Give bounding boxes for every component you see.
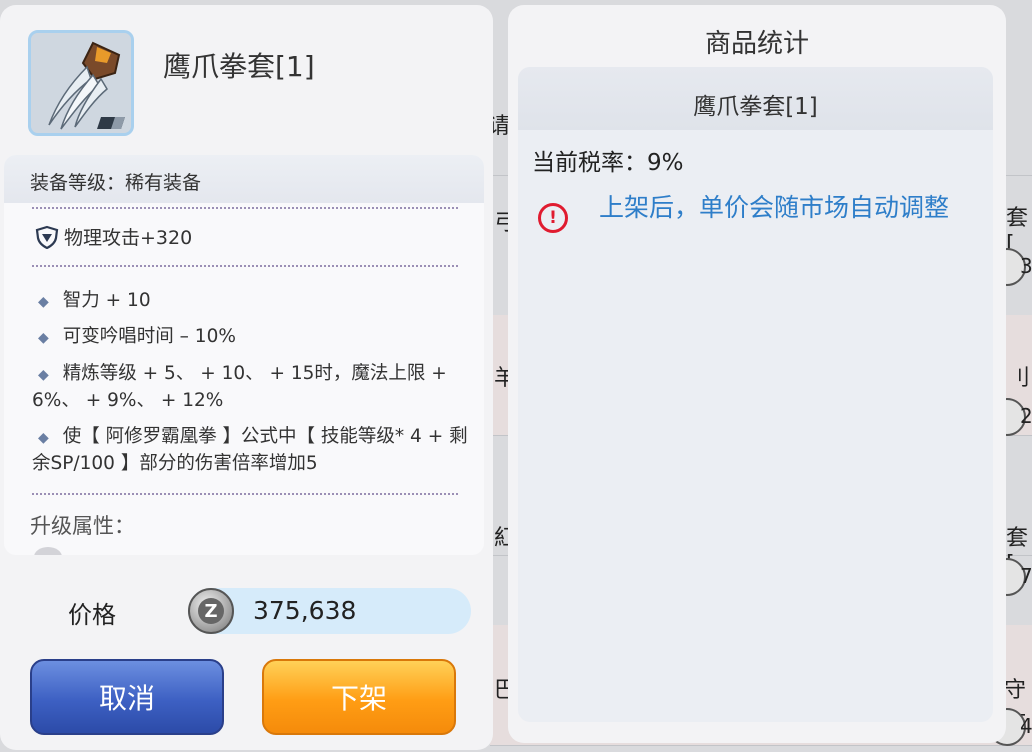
item-detail-panel: 鹰爪拳套[1] 装备等级：稀有装备 物理攻击+320 ◆ 智力 + 10 ◆ 可变吟… [0,5,493,750]
shield-icon [35,225,59,249]
diamond-bullet-icon: ◆ [38,294,49,310]
grade-bar: 装备等级：稀有装备 [4,155,484,203]
item-name-bar: 鹰爪拳套[1] [518,67,993,130]
divider [32,493,458,495]
equipment-grade: 装备等级：稀有装备 [30,172,202,194]
list-fragment: 2 [1020,404,1032,428]
physical-attack-row: 物理攻击+320 [34,223,192,250]
list-fragment: 7 [1020,564,1032,588]
diamond-bullet-icon: ◆ [38,430,49,446]
tax-rate: 当前税率：9% [532,150,684,176]
delist-button[interactable]: 下架 [262,659,456,735]
list-fragment: 刂 [1008,366,1031,391]
stat-line: ◆ 智力 + 10 [38,290,151,311]
list-fragment: 4 [1020,714,1032,738]
upgrade-attributes-label: 升级属性： [30,514,135,538]
warning-icon: ! [538,203,568,233]
price-label: 价格 [68,601,116,629]
auto-adjust-notice: 上架后，单价会随市场自动调整 [598,193,949,222]
stats-item-name: 鹰爪拳套[1] [693,94,818,120]
faded-option-icon [34,547,62,555]
item-title: 鹰爪拳套[1] [163,50,315,83]
divider [32,265,458,267]
diamond-bullet-icon: ◆ [38,330,49,346]
price-value: 375,638 [253,596,357,625]
stat-line: ◆ 精炼等级 + 5、 + 10、 + 15时，魔法上限 + 6%、 + 9%、 … [32,363,447,411]
diamond-bullet-icon: ◆ [38,367,49,383]
physical-attack-text: 物理攻击+320 [64,227,193,249]
stat-line: ◆ 可变吟唱时间 – 10% [38,326,236,347]
stat-line: ◆ 使【 阿修罗霸凰拳 】公式中【 技能等级* 4 + 剩余SP/100 】部分的… [32,426,468,474]
zeny-coin-icon: Z [188,588,234,634]
claw-gloves-icon [28,30,134,136]
list-fragment: 3 [1020,254,1032,278]
panel-title: 商品统计 [704,29,809,59]
divider [32,207,458,209]
item-info-box[interactable]: 装备等级：稀有装备 物理攻击+320 ◆ 智力 + 10 ◆ 可变吟唱时间 – 10… [4,155,484,555]
cancel-button[interactable]: 取消 [30,659,224,735]
product-stats-panel: 商品统计 鹰爪拳套[1] 当前税率：9% ! 上架后，单价会随市场自动调整 [508,5,1006,743]
